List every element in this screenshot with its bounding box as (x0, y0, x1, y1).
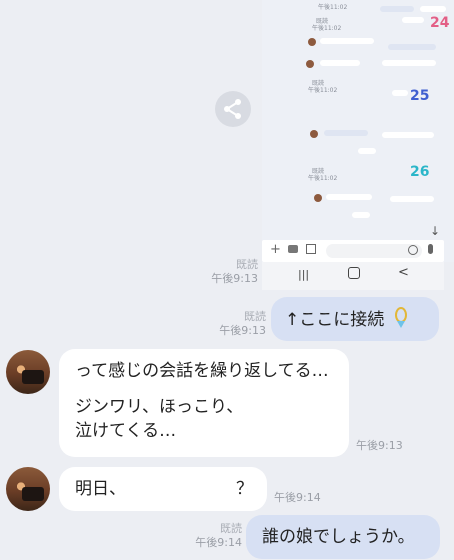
received-message-bubble[interactable]: 明日、 ？ (59, 467, 267, 511)
sticker-number: 24 (430, 15, 450, 31)
recents-nav-button[interactable]: ||| (298, 268, 309, 281)
avatar[interactable] (6, 467, 50, 511)
input-bar: + (262, 240, 444, 262)
message-meta: 既読 午後9:13 (196, 258, 258, 286)
mini-row: 既読 午後11:02 24 (302, 13, 452, 35)
message-text-trail: ？ (236, 479, 253, 499)
message-time: 午後9:14 (195, 536, 242, 549)
mini-block: 既読 午後11:02 26 (298, 114, 448, 184)
share-button[interactable] (215, 91, 251, 127)
mic-icon[interactable] (428, 244, 433, 254)
mini-block (298, 190, 448, 230)
plus-icon[interactable]: + (270, 242, 281, 257)
sent-message-bubble[interactable]: ↑ここに接続 (271, 297, 439, 341)
camera-icon[interactable] (288, 245, 298, 253)
message-text: ↑ここに接続 (285, 310, 385, 330)
share-icon (224, 99, 241, 119)
image-icon[interactable] (306, 244, 316, 254)
emoji-icon[interactable] (408, 245, 418, 255)
message-time: 午後9:13 (356, 439, 403, 452)
message-line: って感じの会話を繰り返してる… (75, 361, 329, 381)
message-time: 午後9:13 (211, 272, 258, 285)
sticker-number: 26 (410, 164, 430, 180)
time-text: 午後11:02 (318, 4, 348, 11)
read-label: 既読 (244, 310, 266, 323)
message-time: 午後9:14 (274, 491, 321, 504)
scroll-down-icon[interactable]: ↓ (430, 224, 440, 238)
message-text: 明日、 (75, 479, 126, 499)
message-line (75, 383, 333, 395)
message-meta: 既読 午後9:13 (204, 310, 266, 338)
sent-message-bubble[interactable]: 誰の娘でしょうか。 (246, 515, 440, 559)
time-text: 午後11:02 (312, 25, 342, 32)
avatar[interactable] (6, 350, 50, 394)
time-text: 午後11:02 (308, 175, 338, 182)
ring-icon (394, 307, 407, 328)
mini-block: 既読 午後11:02 25 (298, 38, 448, 118)
embedded-screenshot: 午後11:02 既読 午後11:02 24 既読 午後11:02 25 既読 午… (262, 0, 454, 290)
time-text: 午後11:02 (308, 87, 338, 94)
home-nav-button[interactable] (348, 267, 360, 279)
message-line: 泣けてくる… (75, 421, 177, 441)
received-message-bubble[interactable]: って感じの会話を繰り返してる… ジンワリ、ほっこり、 泣けてくる… (59, 349, 349, 457)
sticker-number: 25 (410, 88, 430, 104)
read-label: 既読 (220, 522, 242, 535)
system-nav-bar: ||| < (262, 262, 444, 290)
message-line: ジンワリ、ほっこり、 (75, 397, 244, 417)
read-label: 既読 (236, 258, 258, 271)
message-text: 誰の娘でしょうか。 (262, 527, 415, 547)
back-nav-button[interactable]: < (398, 265, 409, 280)
message-time: 午後9:13 (219, 324, 266, 337)
message-meta: 既読 午後9:14 (180, 522, 242, 550)
